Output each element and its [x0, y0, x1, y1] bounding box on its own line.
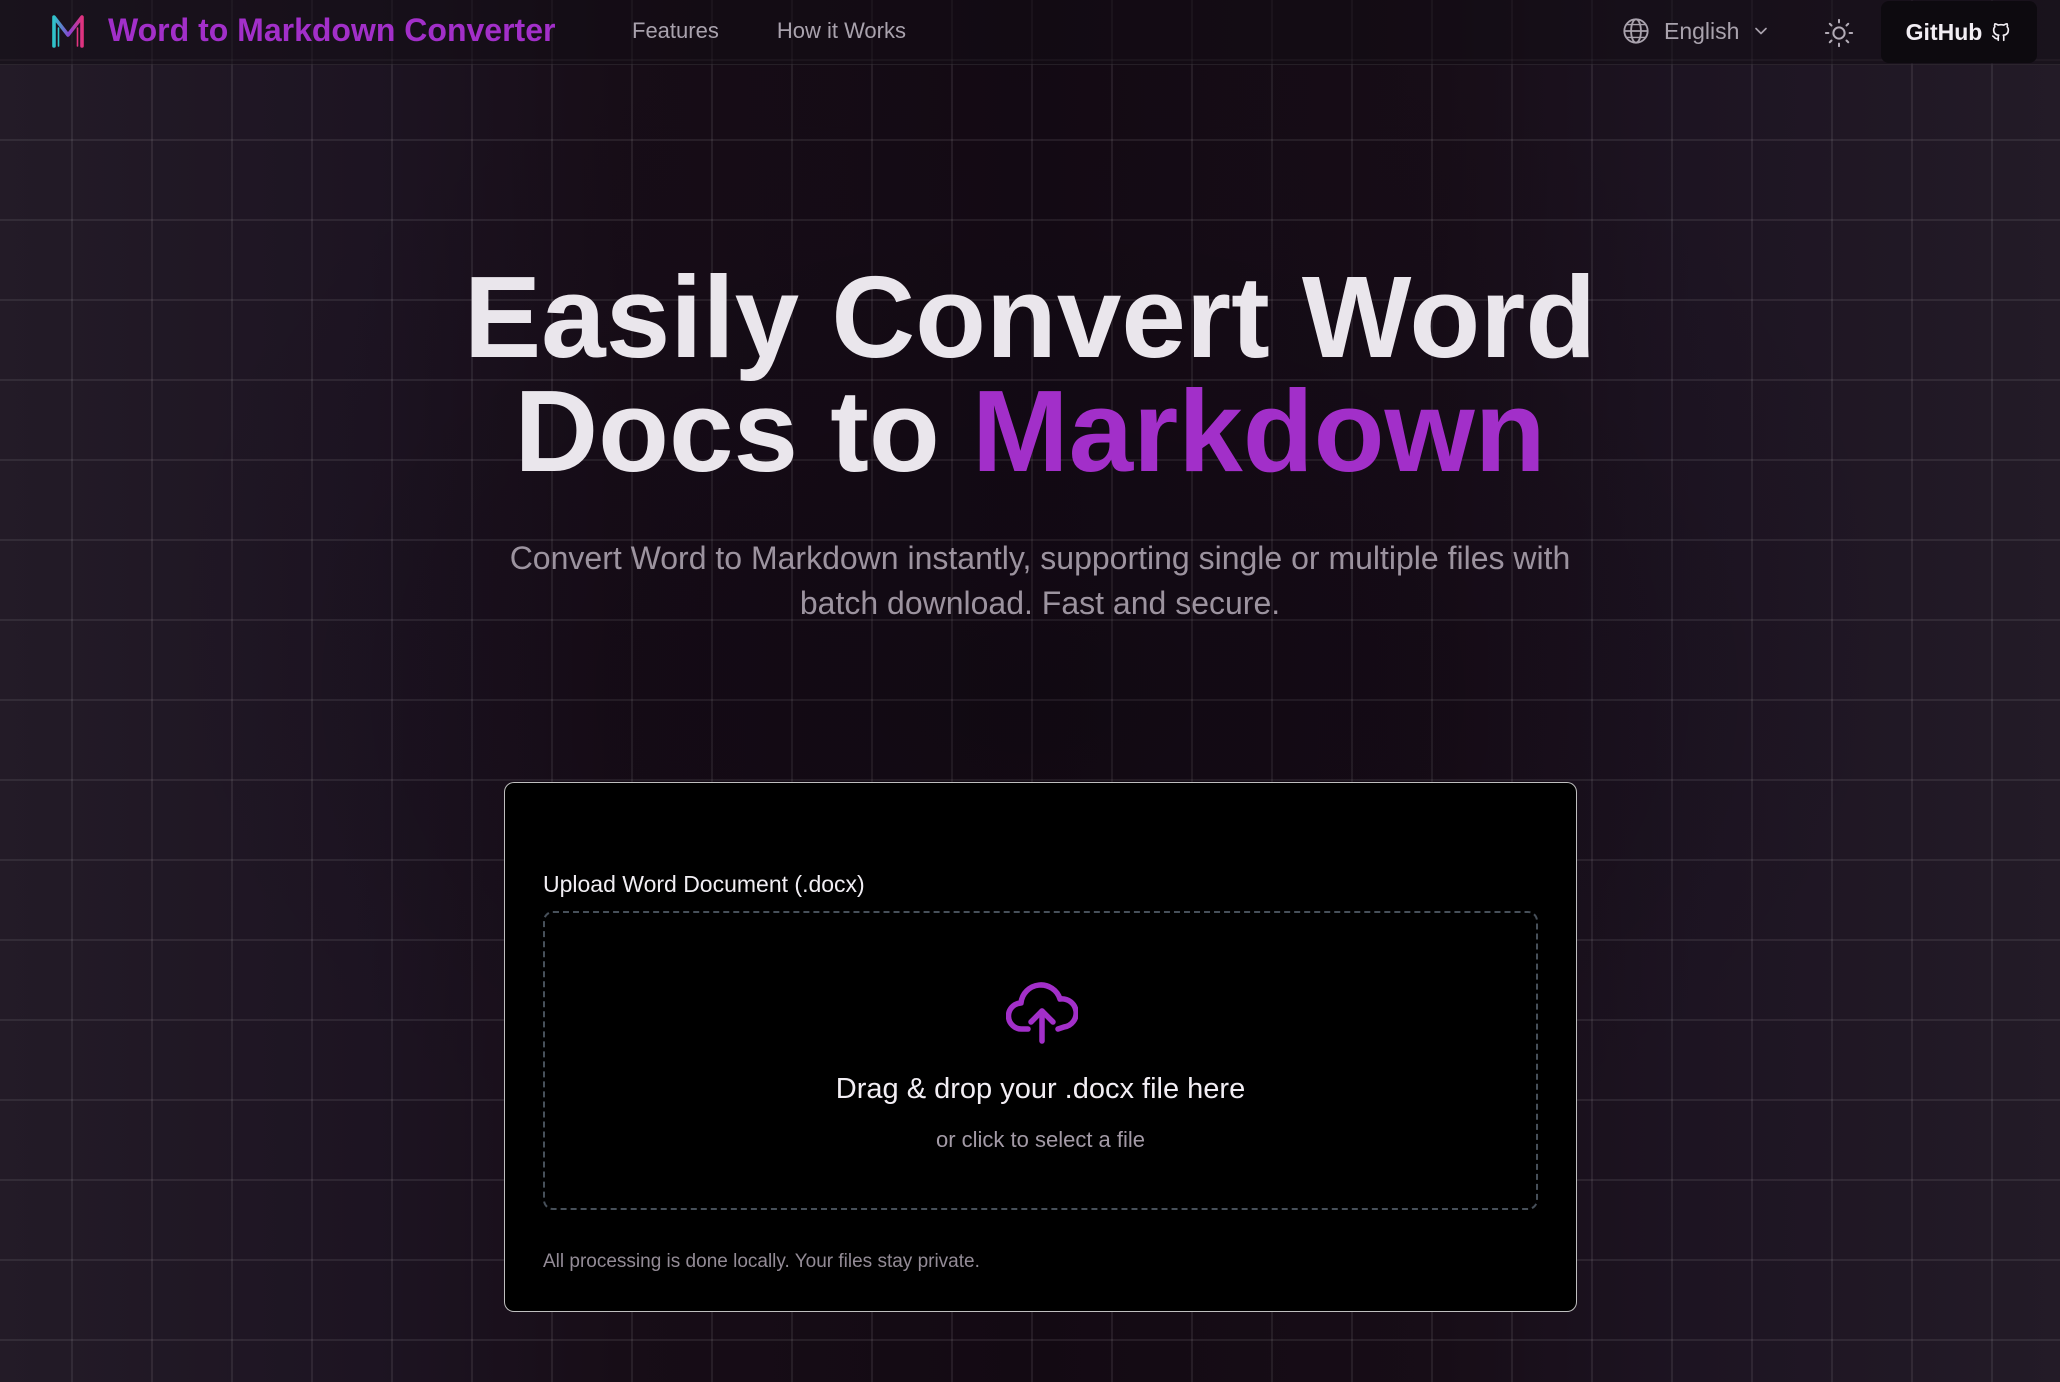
github-button[interactable]: GitHub [1881, 1, 2037, 63]
upload-card: Upload Word Document (.docx) Drag & drop… [504, 782, 1577, 1312]
nav-features[interactable]: Features [632, 18, 719, 44]
github-icon [1992, 22, 2010, 42]
hero-title-line2-plain: Docs to [514, 366, 972, 496]
upload-label: Upload Word Document (.docx) [543, 871, 865, 897]
hero-title: Easily Convert Word Docs to Markdown [0, 259, 2060, 489]
chevron-down-icon [1755, 27, 1768, 35]
hero-subtitle-line1: Convert Word to Markdown instantly, supp… [509, 540, 1571, 576]
language-selector[interactable]: English [1622, 17, 1771, 45]
hero-subtitle-line2: batch download. Fast and secure. [799, 585, 1281, 621]
dropzone-subtitle: or click to select a file [935, 1127, 1146, 1152]
github-button-label: GitHub [1905, 18, 1983, 45]
hero-title-line1: Easily Convert Word [463, 252, 1597, 382]
brand-link[interactable]: Word to Markdown Converter [50, 12, 555, 49]
hero-subtitle: Convert Word to Markdown instantly, supp… [430, 536, 1650, 626]
file-dropzone[interactable]: Drag & drop your .docx file here or clic… [543, 911, 1538, 1210]
brand-title: Word to Markdown Converter [108, 12, 556, 48]
sun-icon[interactable] [1824, 18, 1854, 48]
markdown-m-logo-icon [52, 14, 84, 48]
privacy-note: All processing is done locally. Your fil… [543, 1251, 980, 1272]
nav-how-it-works[interactable]: How it Works [777, 18, 906, 44]
hero-title-accent: Markdown [972, 366, 1546, 496]
cloud-upload-icon [1006, 982, 1078, 1044]
dropzone-title: Drag & drop your .docx file here [835, 1073, 1246, 1105]
globe-icon [1623, 18, 1649, 44]
language-selected: English [1664, 17, 1740, 44]
page: Word to Markdown Converter Features How … [0, 0, 2060, 1382]
top-header: Word to Markdown Converter Features How … [0, 0, 2060, 65]
main-nav: Features How it Works [632, 18, 906, 44]
